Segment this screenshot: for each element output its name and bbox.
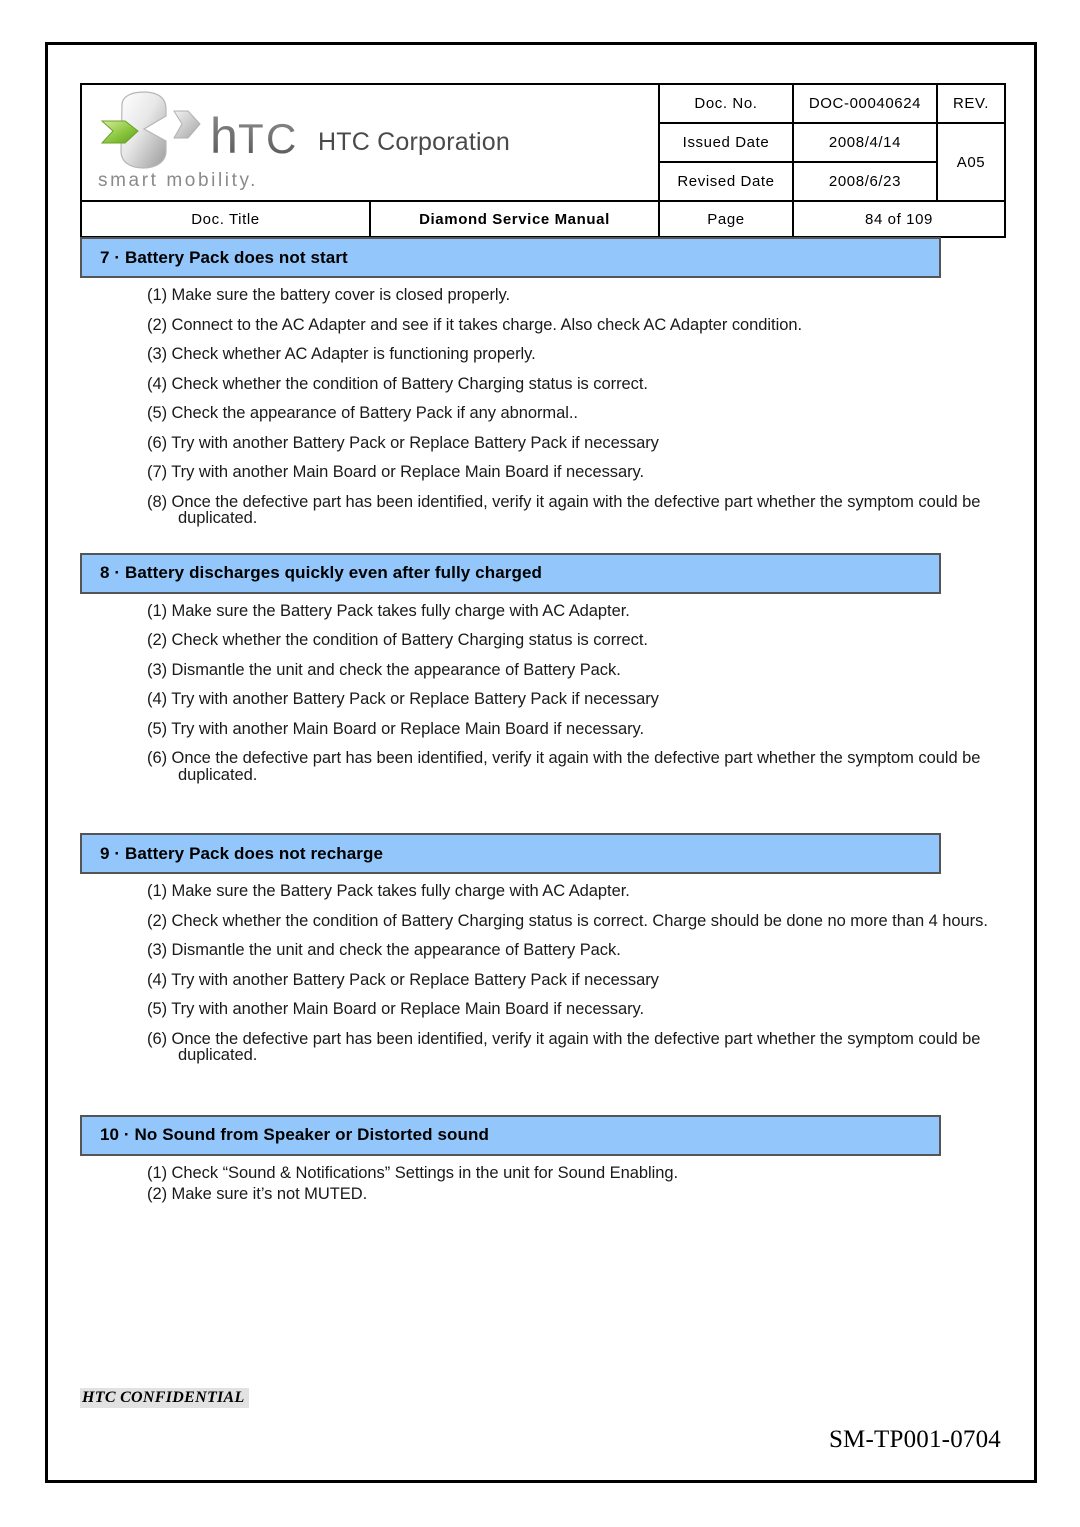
list-item: (7) Try with another Main Board or Repla… [147,463,645,481]
issued-date-label: Issued Date [658,122,794,163]
list-item: (1) Check “Sound & Notifications” Settin… [147,1163,679,1182]
section-7: 7 · Battery Pack does not start (1) Make… [80,237,1006,527]
section-10-heading: 10 · No Sound from Speaker or Distorted … [80,1114,941,1156]
issued-date-value: 2008/4/14 [792,122,938,163]
list-item: (6) Once the defective part has been ide… [147,1029,981,1064]
document-body: 7 · Battery Pack does not start (1) Make… [80,237,1006,1203]
revised-date-label: Revised Date [658,161,794,202]
page-value: 84 of 109 [792,200,1006,238]
rev-label: REV. [936,83,1006,124]
list-item: (1) Make sure the Battery Pack takes ful… [147,882,630,900]
list-item: (1) Make sure the Battery Pack takes ful… [147,601,630,620]
list-item: (2) Make sure it’s not MUTED. [147,1185,368,1203]
section-10-steps: (1) Check “Sound & Notifications” Settin… [80,1163,1006,1203]
list-item: (3) Check whether AC Adapter is function… [147,345,536,363]
htc-logo: h T C smart mobility. [92,90,304,195]
doc-no-label: Doc. No. [658,83,794,124]
section-8-steps: (1) Make sure the Battery Pack takes ful… [80,601,1006,784]
section-7-heading: 7 · Battery Pack does not start [80,237,941,278]
section-7-heading-text: 7 · Battery Pack does not start [100,247,348,267]
revised-date-value: 2008/6/23 [792,161,938,202]
doc-no-value: DOC-00040624 [792,83,938,124]
list-item: (4) Try with another Battery Pack or Rep… [147,970,659,989]
list-item: (8) Once the defective part has been ide… [147,492,981,527]
rev-value: A05 [936,122,1006,202]
list-item: (4) Try with another Battery Pack or Rep… [147,690,659,708]
section-8: 8 · Battery discharges quickly even afte… [80,552,1006,784]
confidential-marking: HTC CONFIDENTIAL [80,1388,249,1408]
page-label: Page [658,200,794,238]
section-8-heading: 8 · Battery discharges quickly even afte… [80,552,941,594]
section-9-heading: 9 · Battery Pack does not recharge [80,833,941,874]
list-item: (6) Try with another Battery Pack or Rep… [147,433,659,452]
company-name: HTC Corporation [318,128,510,156]
list-item: (5) Try with another Main Board or Repla… [147,1000,645,1018]
section-7-steps: (1) Make sure the battery cover is close… [80,287,1006,527]
section-9-steps: (1) Make sure the Battery Pack takes ful… [80,883,1006,1064]
form-code: SM-TP001-0704 [828,1426,1001,1453]
section-9: 9 · Battery Pack does not recharge (1) M… [80,833,1006,1064]
list-item: (1) Make sure the battery cover is close… [147,286,511,304]
list-item: (2) Connect to the AC Adapter and see if… [147,315,802,334]
section-9-heading-text: 9 · Battery Pack does not recharge [100,843,384,863]
list-item: (5) Try with another Main Board or Repla… [147,719,645,738]
list-item: (3) Dismantle the unit and check the app… [147,660,621,679]
svg-text:T: T [238,115,264,162]
section-10-heading-text: 10 · No Sound from Speaker or Distorted … [100,1125,489,1144]
document-header-table: h T C smart mobility. HTC Corporation Do… [80,83,1006,238]
svg-text:C: C [266,115,296,162]
section-10: 10 · No Sound from Speaker or Distorted … [80,1114,1006,1203]
doc-title-label: Doc. Title [80,200,371,238]
doc-title-value: Diamond Service Manual [369,200,660,238]
svg-text:h: h [210,108,238,164]
list-item: (4) Check whether the condition of Batte… [147,374,648,393]
logo-tagline-text: smart mobility. [98,170,258,191]
htc-logo-icon: h T C smart mobility. [98,90,296,191]
list-item: (5) Check the appearance of Battery Pack… [147,404,578,422]
list-item: (2) Check whether the condition of Batte… [147,911,988,930]
list-item: (3) Dismantle the unit and check the app… [147,941,621,959]
section-8-heading-text: 8 · Battery discharges quickly even afte… [100,563,542,582]
page-frame: h T C smart mobility. HTC Corporation Do… [45,42,1037,1483]
list-item: (2) Check whether the condition of Batte… [147,631,648,649]
list-item: (6) Once the defective part has been ide… [147,749,981,784]
header-logo-cell: h T C smart mobility. HTC Corporation [80,83,660,202]
